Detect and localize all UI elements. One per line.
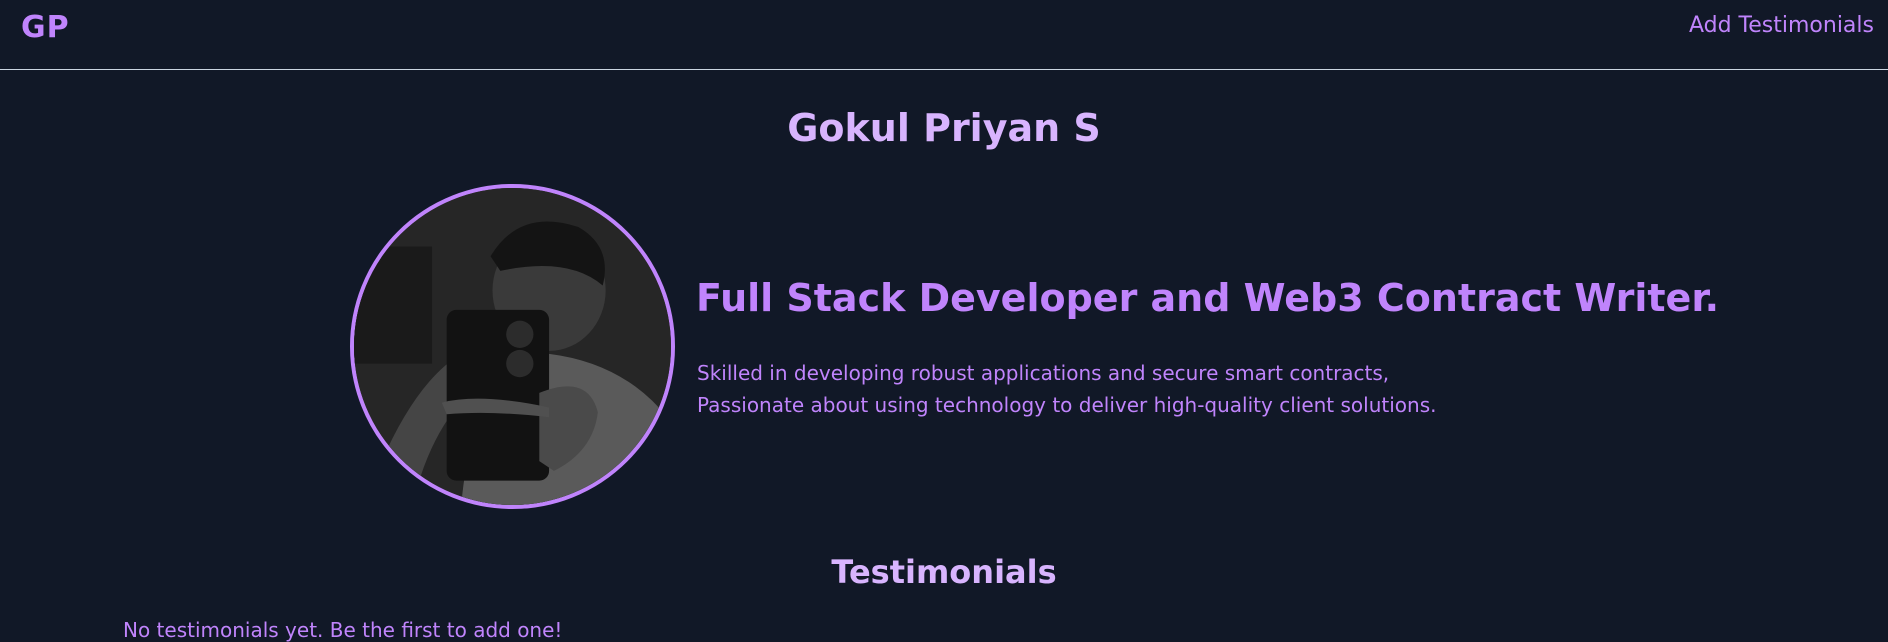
testimonials-empty-message: No testimonials yet. Be the first to add…: [123, 618, 563, 642]
tagline-line-1: Skilled in developing robust application…: [697, 361, 1390, 385]
page-title: Gokul Priyan S: [787, 106, 1101, 150]
profile-photo-icon: [354, 188, 671, 505]
profile-tagline: Skilled in developing robust application…: [697, 357, 1436, 421]
add-testimonials-link[interactable]: Add Testimonials: [1689, 13, 1874, 38]
top-navigation-bar: GP Add Testimonials: [0, 0, 1888, 70]
profile-headline: Full Stack Developer and Web3 Contract W…: [696, 276, 1720, 320]
avatar: [350, 184, 675, 509]
tagline-line-2: Passionate about using technology to del…: [697, 393, 1437, 417]
testimonials-heading: Testimonials: [831, 553, 1057, 591]
site-logo[interactable]: GP: [21, 10, 70, 45]
